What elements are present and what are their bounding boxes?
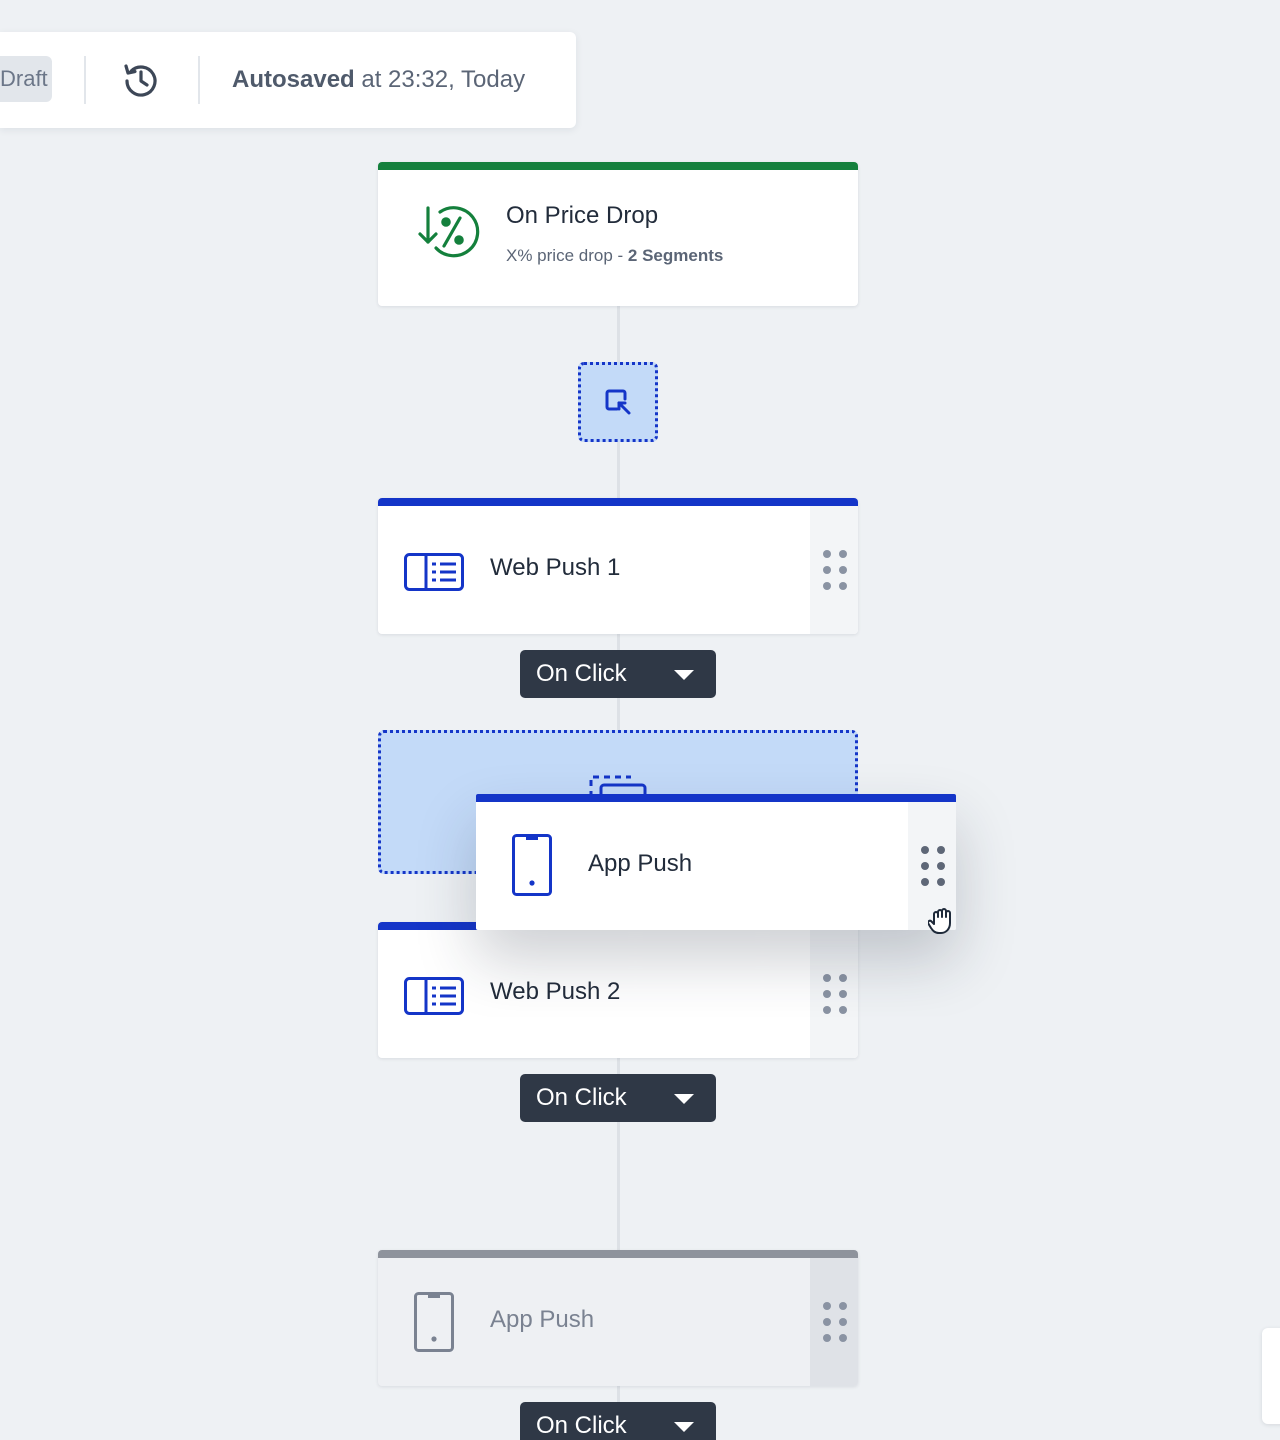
drag-handle (810, 1258, 858, 1386)
connector-label: On Click (536, 1084, 627, 1111)
drag-handle-icon (823, 974, 847, 1014)
caret-down-icon (674, 670, 694, 680)
caret-down-icon (674, 1094, 694, 1104)
select-cursor-icon (605, 389, 631, 415)
history-icon[interactable] (120, 60, 162, 102)
web-push-icon (404, 553, 464, 596)
drag-handle-icon (823, 550, 847, 590)
toolbar-divider (198, 56, 200, 104)
web-push-icon (404, 977, 464, 1020)
node-title: Web Push 1 (490, 554, 621, 581)
drag-handle-icon (921, 846, 945, 886)
node-card-app-push-ghost: App Push (378, 1250, 858, 1386)
side-panel-edge (1262, 1328, 1280, 1424)
drop-zone-wait[interactable] (578, 362, 658, 442)
trigger-card-accent (378, 162, 858, 170)
connector-on-click[interactable]: On Click (520, 1402, 716, 1440)
trigger-card[interactable]: On Price Drop X% price drop - 2 Segments (378, 162, 858, 306)
connector-on-click[interactable]: On Click (520, 1074, 716, 1122)
trigger-title: On Price Drop (506, 202, 659, 229)
drag-handle[interactable] (810, 506, 858, 634)
node-card-app-push-dragging[interactable]: App Push (476, 794, 956, 930)
autosave-status: Autosaved at 23:32, Today (232, 66, 526, 93)
connector-label: On Click (536, 1412, 627, 1439)
connector-on-click[interactable]: On Click (520, 650, 716, 698)
node-card-accent (476, 794, 956, 802)
app-push-icon (412, 1292, 456, 1359)
toolbar-divider (84, 56, 86, 104)
node-title: App Push (588, 850, 693, 877)
grab-cursor-icon (928, 908, 951, 934)
app-push-icon (510, 834, 554, 901)
drag-handle[interactable] (810, 930, 858, 1058)
price-drop-icon (418, 204, 482, 262)
caret-down-icon (674, 1422, 694, 1432)
node-title: Web Push 2 (490, 978, 621, 1005)
node-title: App Push (490, 1306, 595, 1333)
node-card-web-push-2[interactable]: Web Push 2 (378, 922, 858, 1058)
trigger-subtitle: X% price drop - 2 Segments (506, 246, 724, 265)
node-card-accent (378, 1250, 858, 1258)
node-card-accent (378, 498, 858, 506)
connector-label: On Click (536, 660, 627, 687)
journey-toolbar: Draft Autosaved at 23:32, Today (0, 32, 576, 128)
status-badge[interactable]: Draft (0, 56, 52, 102)
node-card-web-push-1[interactable]: Web Push 1 (378, 498, 858, 634)
drag-handle-icon (823, 1302, 847, 1342)
status-badge-label: Draft (0, 66, 48, 91)
